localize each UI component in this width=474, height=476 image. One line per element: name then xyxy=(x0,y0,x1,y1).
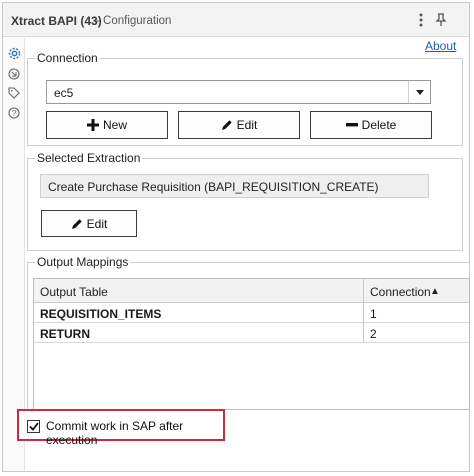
connection-group: Connection ec5 New Edit Delete xyxy=(27,51,463,146)
sort-ascending-icon[interactable]: ▲ xyxy=(430,286,440,297)
help-icon[interactable]: ? xyxy=(7,106,21,120)
left-toolbar: ? xyxy=(3,38,25,471)
tag-icon[interactable] xyxy=(7,86,21,100)
connection-select[interactable]: ec5 xyxy=(46,80,431,104)
edit-extraction-button[interactable]: Edit xyxy=(41,210,137,237)
output-mappings-group: Output Mappings Output Table Connection … xyxy=(27,255,470,410)
column-header-output-table[interactable]: Output Table xyxy=(40,285,108,299)
output-mappings-table: Output Table Connection ▲ REQUISITION_IT… xyxy=(33,278,470,410)
dropdown-arrow-icon[interactable] xyxy=(408,81,430,103)
cell-output-table: REQUISITION_ITEMS xyxy=(40,307,162,321)
column-separator xyxy=(363,279,364,343)
new-connection-button[interactable]: New xyxy=(46,111,168,139)
window-title: Xtract BAPI (43) xyxy=(11,14,102,28)
delete-button-label: Delete xyxy=(361,118,397,132)
selected-extraction-group: Selected Extraction Create Purchase Requ… xyxy=(27,151,463,251)
commit-label[interactable]: Commit work in SAP after execution xyxy=(46,419,223,447)
extraction-name-field: Create Purchase Requisition (BAPI_REQUIS… xyxy=(40,174,429,198)
pencil-icon xyxy=(71,218,82,229)
title-bar: Xtract BAPI (43) - Configuration xyxy=(3,3,469,37)
extraction-name-text: Create Purchase Requisition (BAPI_REQUIS… xyxy=(48,180,379,194)
table-row[interactable]: RETURN 2 xyxy=(34,323,469,343)
cell-output-table: RETURN xyxy=(40,327,90,341)
plus-icon xyxy=(86,119,99,131)
table-header: Output Table Connection ▲ xyxy=(34,279,469,303)
about-link[interactable]: About xyxy=(425,39,456,53)
minus-icon xyxy=(345,123,358,127)
cell-connection: 2 xyxy=(370,327,377,341)
circle-arrow-icon[interactable] xyxy=(7,67,21,81)
connection-group-label: Connection xyxy=(35,51,100,65)
edit-connection-button[interactable]: Edit xyxy=(178,111,300,139)
cell-connection: 1 xyxy=(370,307,377,321)
delete-connection-button[interactable]: Delete xyxy=(310,111,432,139)
column-header-connection[interactable]: Connection xyxy=(370,285,431,299)
commit-checkbox[interactable] xyxy=(27,420,40,433)
pin-icon[interactable] xyxy=(433,11,449,29)
checkmark-icon xyxy=(28,422,39,431)
edit-extraction-label: Edit xyxy=(86,216,108,231)
edit-button-label: Edit xyxy=(236,118,258,132)
pencil-icon xyxy=(221,120,232,130)
table-row[interactable]: REQUISITION_ITEMS 1 xyxy=(34,303,469,323)
configuration-window: Xtract BAPI (43) - Configuration ? About… xyxy=(2,2,470,472)
new-button-label: New xyxy=(102,118,127,132)
connection-select-value: ec5 xyxy=(54,86,74,100)
more-options-icon[interactable] xyxy=(413,11,429,29)
output-mappings-group-label: Output Mappings xyxy=(35,255,131,269)
settings-gear-icon[interactable] xyxy=(7,46,21,60)
svg-text:?: ? xyxy=(12,109,17,118)
selected-extraction-group-label: Selected Extraction xyxy=(35,151,143,165)
commit-highlight: Commit work in SAP after execution xyxy=(17,409,225,447)
window-subtitle: - Configuration xyxy=(96,15,172,27)
